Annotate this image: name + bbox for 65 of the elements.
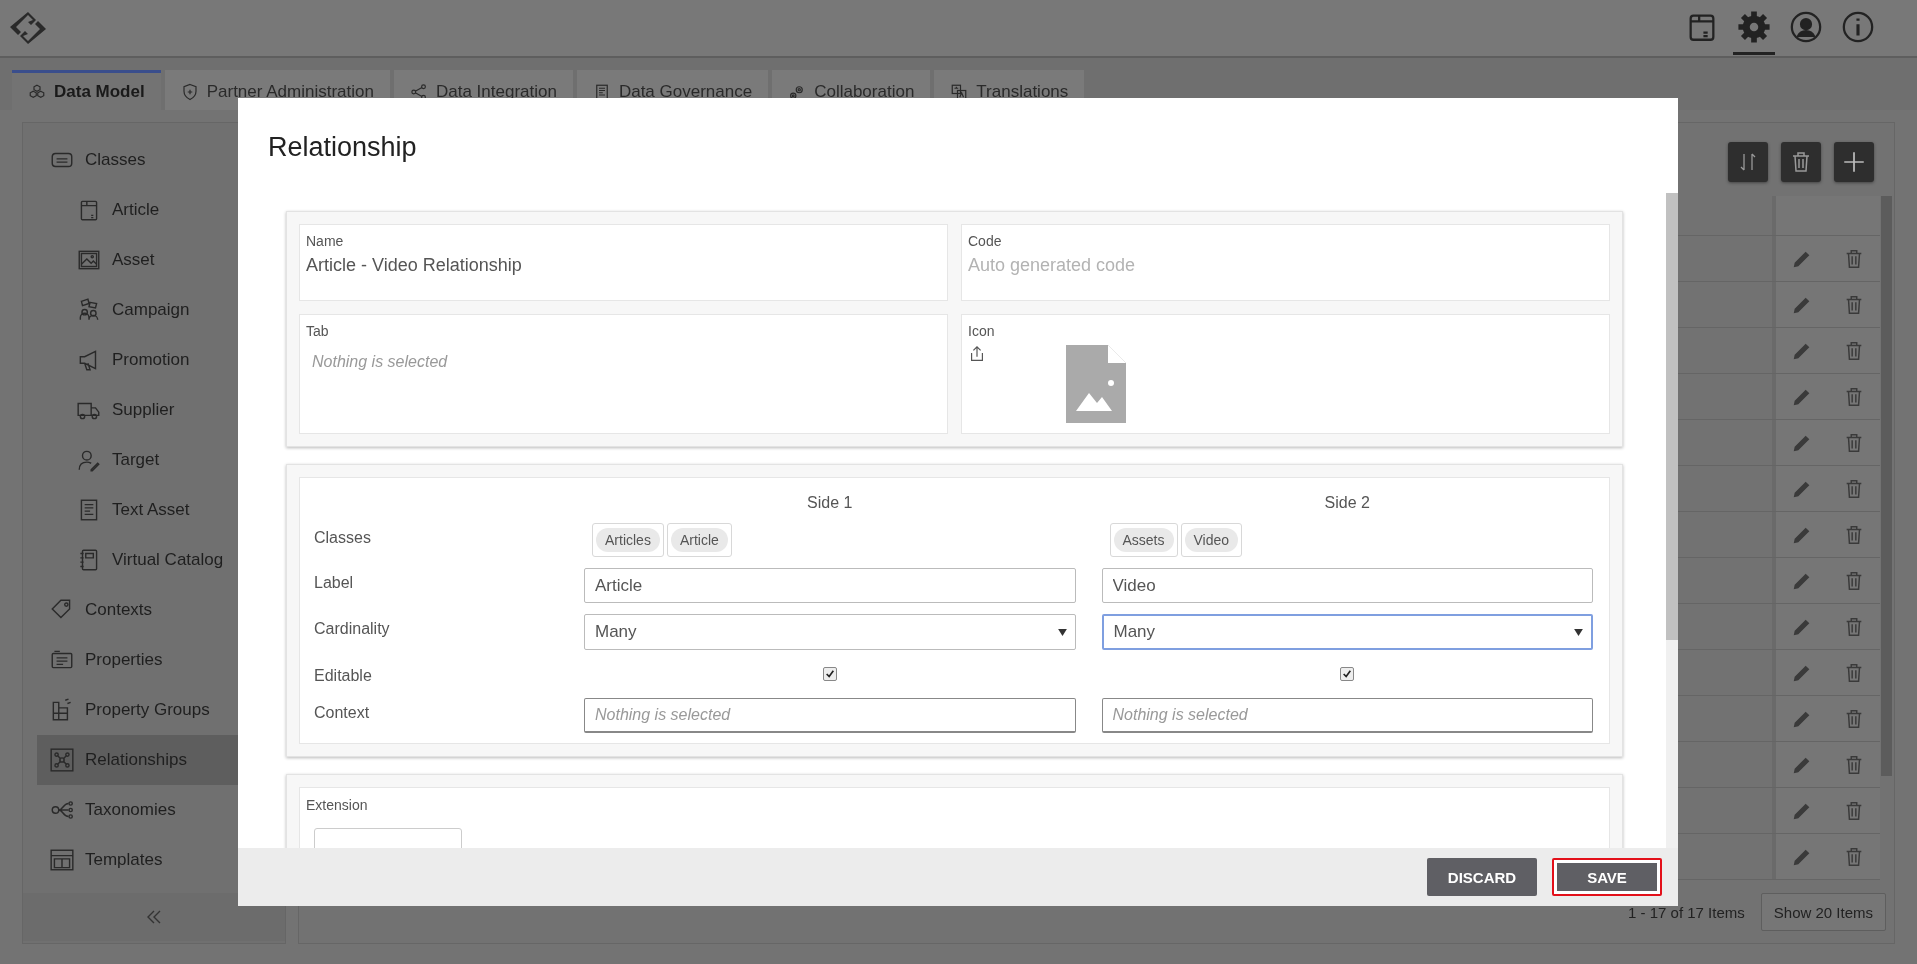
sidebar-item[interactable]: Campaign (37, 285, 285, 335)
save-button[interactable]: SAVE (1552, 858, 1662, 896)
upload-icon[interactable] (968, 345, 986, 363)
side-heading: Side 2 (1323, 494, 1371, 512)
row-label: Label (314, 573, 355, 592)
sidebar-item[interactable]: Contexts (37, 585, 285, 635)
sidebar-item[interactable]: Text Asset (37, 485, 285, 535)
add-button[interactable] (1834, 142, 1874, 182)
plus-icon (1841, 149, 1867, 175)
cardinality-dropdown[interactable]: Many (1101, 614, 1593, 650)
row-label: Cardinality (314, 619, 391, 638)
sidebar-item[interactable]: Article (37, 185, 285, 235)
name-field[interactable]: Name Article - Video Relationship (299, 224, 948, 301)
label-input[interactable]: Video (1101, 568, 1593, 603)
extension-label: Extension (306, 797, 368, 813)
sidebar-item[interactable]: Promotion (37, 335, 285, 385)
class-chip[interactable]: Assets (1109, 523, 1178, 557)
dropdown-caret-icon (1057, 628, 1067, 636)
tab-field[interactable]: Tab Nothing is selected (299, 314, 948, 434)
code-field[interactable]: Code Auto generated code (961, 224, 1610, 301)
context-field[interactable]: Nothing is selected (1101, 698, 1593, 733)
editable-checkbox[interactable] (1340, 667, 1355, 681)
editable-checkbox[interactable] (822, 667, 837, 681)
cubes-icon (28, 82, 46, 101)
code-input[interactable]: Auto generated code (968, 255, 1603, 276)
cardinality-dropdown[interactable]: Many (584, 614, 1076, 650)
field-label: Tab (306, 323, 330, 339)
sidebar-item[interactable]: Virtual Catalog (37, 535, 285, 585)
sidebar-item[interactable]: Supplier (37, 385, 285, 435)
sidebar-item[interactable]: Target (37, 435, 285, 485)
field-label: Code (968, 233, 1003, 249)
scrollbar[interactable] (1881, 196, 1892, 776)
network-icon (49, 747, 75, 773)
refresh-button[interactable] (1728, 142, 1768, 182)
sidebar-item[interactable]: Properties (37, 635, 285, 685)
delete-button[interactable] (1781, 142, 1821, 182)
field-label: Name (306, 233, 345, 249)
class-chip[interactable]: Articles (592, 523, 664, 557)
name-input[interactable]: Article - Video Relationship (306, 255, 941, 276)
class-chip[interactable]: Article (666, 523, 732, 557)
dialog-title: Relationship (267, 131, 418, 164)
label-input[interactable]: Article (584, 568, 1076, 603)
page-size-button[interactable]: Show 20 Items (1760, 893, 1886, 931)
sidebar-item[interactable]: Taxonomies (37, 785, 285, 835)
dropdown-caret-icon (1574, 628, 1583, 636)
side-heading: Side 1 (806, 494, 854, 512)
sidebar-item[interactable]: Asset (37, 235, 285, 285)
layout-icon (49, 847, 75, 873)
item-count: 1 - 17 of 17 Items (1628, 903, 1745, 921)
scrollbar[interactable] (1666, 193, 1678, 848)
share-icon (409, 82, 428, 101)
row-label: Classes (314, 528, 372, 547)
shield-icon (180, 82, 199, 101)
row-label: Editable (314, 666, 373, 685)
module-tab[interactable]: Data Model (12, 70, 161, 110)
sidebar-item[interactable]: Templates (37, 835, 285, 885)
context-field[interactable]: Nothing is selected (584, 698, 1076, 733)
icon-label: Icon (968, 323, 996, 339)
image-file-icon (1066, 345, 1126, 423)
tab-input[interactable]: Nothing is selected (306, 353, 941, 371)
class-chip[interactable]: Video (1180, 523, 1243, 557)
translate-icon (950, 82, 969, 101)
sidebar-item[interactable]: Property Groups (37, 685, 285, 735)
row-label: Context (314, 703, 371, 722)
discard-button[interactable]: DISCARD (1427, 858, 1537, 896)
